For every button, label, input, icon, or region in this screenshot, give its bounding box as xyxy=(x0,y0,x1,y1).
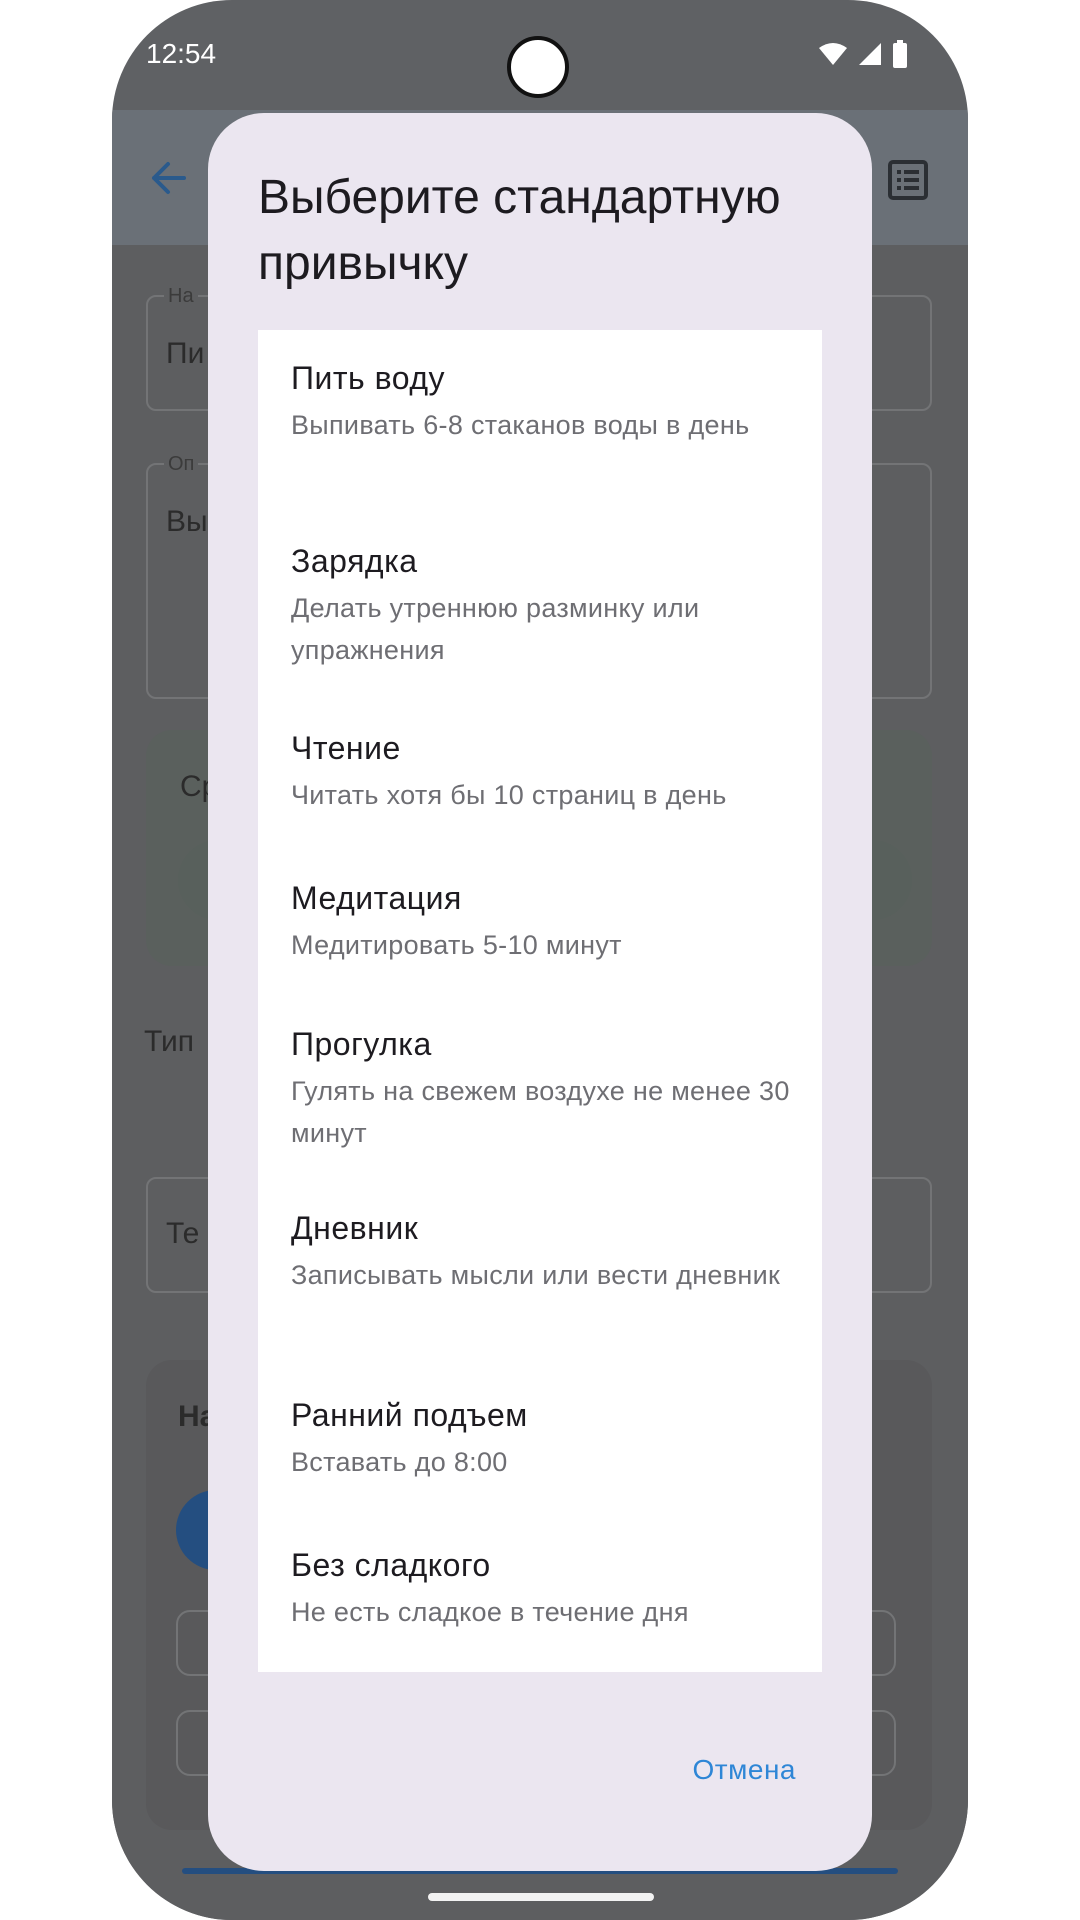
battery-icon xyxy=(892,40,908,73)
habit-title: Зарядка xyxy=(291,543,418,579)
habit-description: Делать утреннюю разминку или упражнения xyxy=(291,593,700,665)
status-time: 12:54 xyxy=(146,38,217,69)
list-icon[interactable] xyxy=(888,160,928,205)
type-field-value: Те xyxy=(166,1217,200,1250)
screenshot-stage: На Пи Оп Вы Ср Тип Те На 12:54 Выберите … xyxy=(0,0,1080,1920)
dialog-title: Выберите стандартную привычку xyxy=(258,171,781,290)
habit-item-early-rise[interactable]: Ранний подъем Вставать до 8:00 xyxy=(258,1395,822,1483)
habit-picker-dialog: Выберите стандартную привычку Пить воду … xyxy=(208,113,872,1871)
description-field-value: Вы xyxy=(166,505,208,538)
habit-description: Вставать до 8:00 xyxy=(291,1447,508,1477)
wifi-icon xyxy=(818,42,848,71)
cancel-button[interactable]: Отмена xyxy=(693,1754,796,1786)
habit-description: Медитировать 5-10 минут xyxy=(291,930,622,960)
name-field-value: Пи xyxy=(166,337,205,370)
habit-title: Дневник xyxy=(291,1210,419,1246)
arrow-back-icon[interactable] xyxy=(148,160,188,201)
habit-title: Пить воду xyxy=(291,360,445,396)
habit-description: Записывать мысли или вести дневник xyxy=(291,1260,781,1290)
type-label: Тип xyxy=(144,1025,195,1058)
signal-icon xyxy=(858,42,882,71)
habit-description: Выпивать 6-8 стаканов воды в день xyxy=(291,410,750,440)
gesture-nav-handle[interactable] xyxy=(428,1893,654,1901)
habit-title: Ранний подъем xyxy=(291,1397,528,1433)
habit-item-meditation[interactable]: Медитация Медитировать 5-10 минут xyxy=(258,878,822,966)
habit-list: Пить воду Выпивать 6-8 стаканов воды в д… xyxy=(258,330,822,1672)
habit-description: Читать хотя бы 10 страниц в день xyxy=(291,780,727,810)
habit-item-exercise[interactable]: Зарядка Делать утреннюю разминку или упр… xyxy=(258,541,822,671)
status-icons xyxy=(818,40,908,73)
habit-description: Не есть сладкое в течение дня xyxy=(291,1597,689,1627)
habit-item-water[interactable]: Пить воду Выпивать 6-8 стаканов воды в д… xyxy=(258,358,822,446)
description-field-label: Оп xyxy=(164,453,199,476)
habit-title: Чтение xyxy=(291,730,401,766)
camera-cutout xyxy=(507,36,569,98)
habit-item-no-sweets[interactable]: Без сладкого Не есть сладкое в течение д… xyxy=(258,1545,822,1633)
habit-title: Без сладкого xyxy=(291,1547,491,1583)
habit-item-reading[interactable]: Чтение Читать хотя бы 10 страниц в день xyxy=(258,728,822,816)
habit-item-walk[interactable]: Прогулка Гулять на свежем воздухе не мен… xyxy=(258,1024,822,1154)
habit-title: Медитация xyxy=(291,880,462,916)
name-field-label: На xyxy=(164,285,198,308)
habit-description: Гулять на свежем воздухе не менее 30 мин… xyxy=(291,1076,790,1148)
habit-title: Прогулка xyxy=(291,1026,432,1062)
habit-item-journal[interactable]: Дневник Записывать мысли или вести дневн… xyxy=(258,1208,822,1296)
